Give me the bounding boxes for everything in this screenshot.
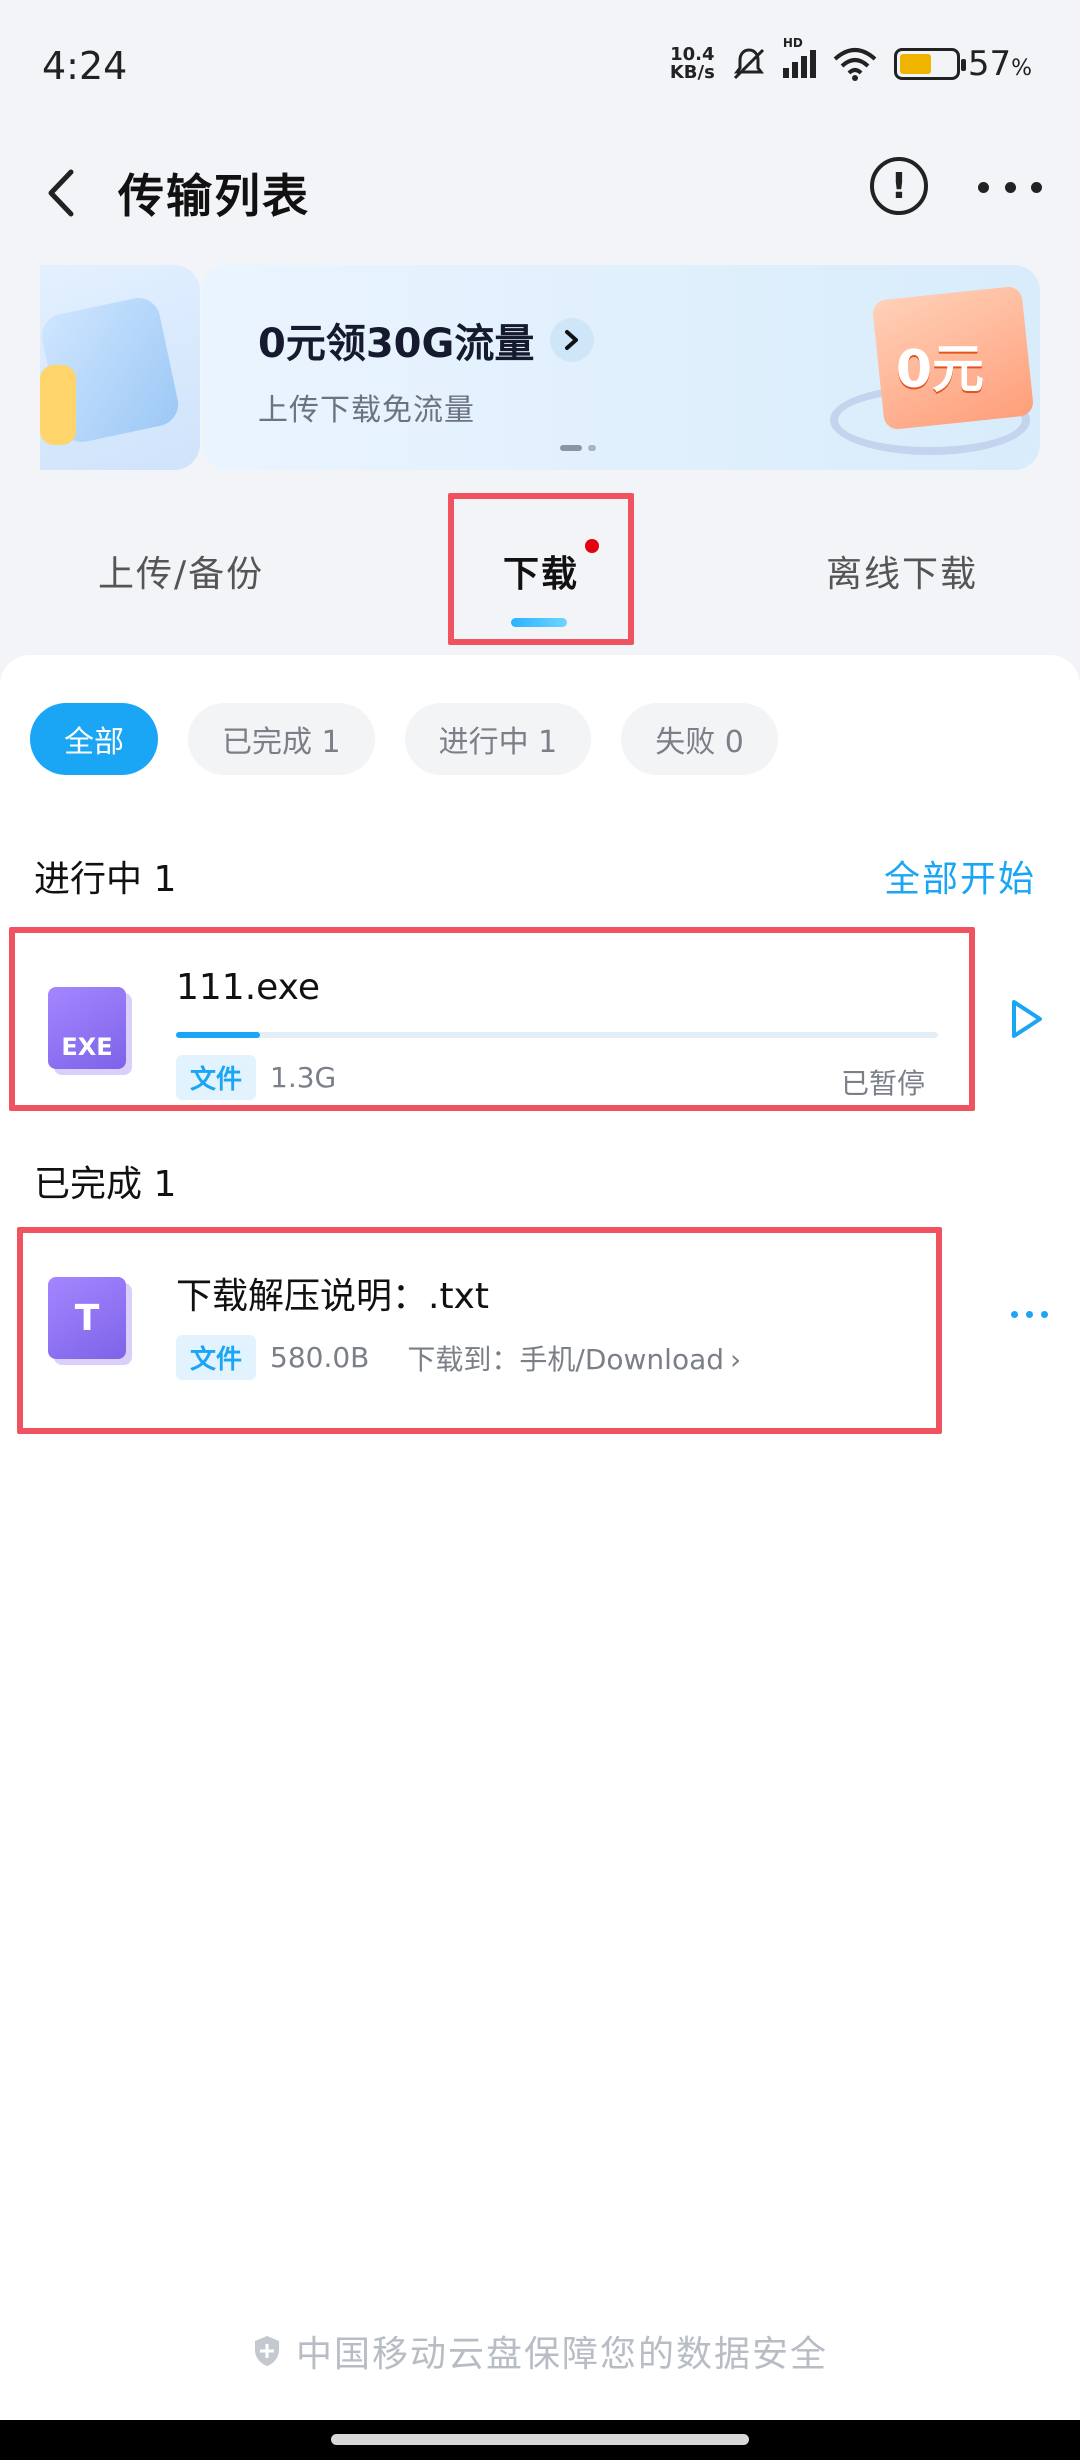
network-speed-unit: KB/s	[669, 62, 715, 83]
status-time: 4:24	[42, 44, 128, 88]
filter-completed[interactable]: 已完成 1	[188, 703, 375, 775]
tab-offline-download[interactable]: 离线下载	[826, 545, 978, 597]
filter-in-progress[interactable]: 进行中 1	[404, 703, 592, 775]
download-list-panel: 全部 已完成 1 进行中 1 失败 0 进行中 1 全部开始 EXE 111.e…	[0, 655, 1080, 2460]
highlight-box	[9, 927, 975, 1111]
banner-subtitle: 上传下载免流量	[258, 393, 475, 428]
info-icon[interactable]: !	[870, 157, 928, 215]
security-note-text: 中国移动云盘保障您的数据安全	[295, 2334, 828, 2375]
banner-title: 0元领30G流量	[258, 311, 595, 369]
status-bar: 4:24 10.4 KB/s HD 57%	[0, 0, 1080, 135]
filter-all[interactable]: 全部	[30, 703, 158, 775]
promo-banner[interactable]: 0元领30G流量 上传下载免流量 0元	[202, 265, 1040, 470]
network-speed: 10.4 KB/s	[670, 46, 715, 82]
in-progress-section-title: 进行中 1	[34, 859, 177, 900]
home-indicator[interactable]	[331, 2434, 749, 2445]
battery-percent: 57%	[967, 44, 1032, 84]
highlight-box	[448, 493, 634, 645]
battery: 57%	[893, 44, 1032, 84]
filter-chips: 全部 已完成 1 进行中 1 失败 0	[30, 703, 778, 775]
carousel-indicator	[560, 445, 596, 451]
status-icons: 10.4 KB/s HD 57%	[670, 36, 1032, 84]
more-options-icon[interactable]	[978, 167, 1042, 207]
banner-title-text: 0元领30G流量	[258, 321, 535, 367]
wifi-icon	[833, 48, 877, 81]
highlight-box	[17, 1227, 942, 1434]
back-arrow-icon[interactable]	[40, 153, 80, 233]
filter-failed[interactable]: 失败 0	[621, 703, 778, 775]
security-note: 中国移动云盘保障您的数据安全	[0, 2325, 1080, 2377]
completed-section-title: 已完成 1	[34, 1164, 177, 1205]
previous-banner-slide[interactable]	[40, 265, 200, 470]
battery-icon	[893, 48, 966, 80]
cell-signal-icon: HD	[782, 36, 816, 78]
promo-illustration: 0元	[820, 265, 1040, 470]
tab-upload-backup[interactable]: 上传/备份	[98, 545, 264, 597]
promo-banner-carousel[interactable]: 0元领30G流量 上传下载免流量 0元	[40, 265, 1040, 470]
chevron-right-icon	[550, 318, 595, 362]
start-all-button[interactable]: 全部开始	[884, 850, 1036, 902]
shield-icon	[254, 2336, 279, 2366]
mute-bell-icon	[733, 48, 764, 80]
page-title: 传输列表	[118, 169, 310, 223]
signal-label: HD	[782, 36, 803, 50]
item-more-icon[interactable]	[1011, 1311, 1048, 1318]
play-icon[interactable]	[1006, 997, 1046, 1041]
promo-text: 0元	[895, 340, 984, 400]
